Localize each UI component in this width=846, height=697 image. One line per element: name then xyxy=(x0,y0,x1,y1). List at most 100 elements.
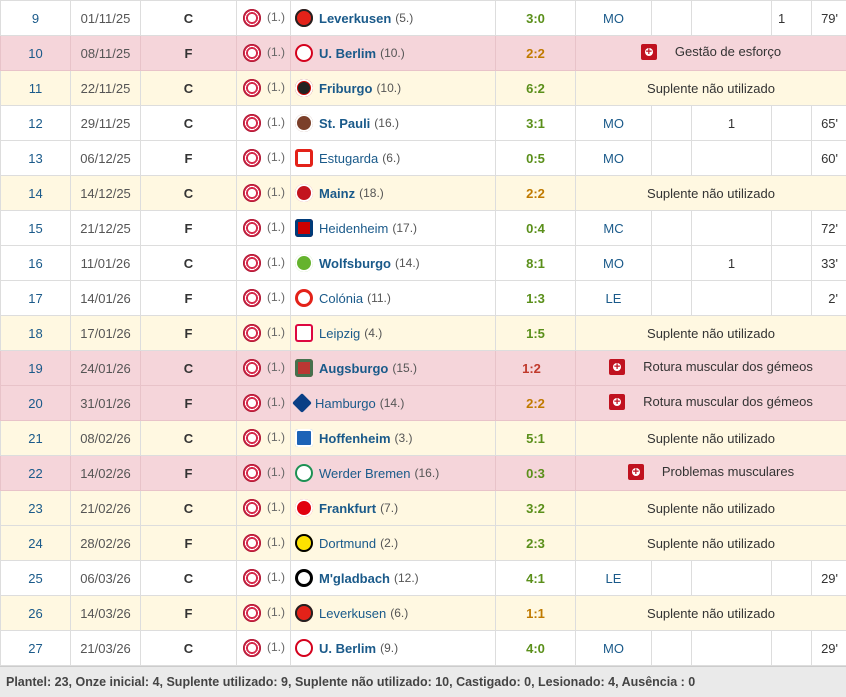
opponent-crest-icon[interactable] xyxy=(295,464,313,482)
team-rank: (1.) xyxy=(267,325,285,339)
opponent-cell: Estugarda(6.) xyxy=(291,141,496,176)
match-result[interactable]: 0:4 xyxy=(496,211,576,246)
opponent-name[interactable]: Augsburgo xyxy=(319,361,388,376)
opponent-name[interactable]: M'gladbach xyxy=(319,571,390,586)
opponent-name[interactable]: Frankfurt xyxy=(319,501,376,516)
opponent-name[interactable]: U. Berlim xyxy=(319,641,376,656)
opponent-crest-icon[interactable] xyxy=(295,9,313,27)
goals xyxy=(652,631,692,666)
opponent-name[interactable]: Colónia xyxy=(319,291,363,306)
opponent-crest-icon[interactable] xyxy=(295,149,313,167)
bench-note: Suplente não utilizado xyxy=(576,421,846,456)
matchday[interactable]: 21 xyxy=(1,421,71,456)
match-result[interactable]: 5:1 xyxy=(496,421,576,456)
team-rank: (1.) xyxy=(267,255,285,269)
opponent-name[interactable]: Wolfsburgo xyxy=(319,256,391,271)
matchday[interactable]: 22 xyxy=(1,456,71,491)
matchday[interactable]: 23 xyxy=(1,491,71,526)
opponent-crest-icon[interactable] xyxy=(295,324,313,342)
opponent-crest-icon[interactable] xyxy=(295,219,313,237)
matchday[interactable]: 17 xyxy=(1,281,71,316)
team-rank: (1.) xyxy=(267,640,285,654)
opponent-name[interactable]: Estugarda xyxy=(319,151,378,166)
team-cell: (1.) xyxy=(237,316,291,351)
opponent-name[interactable]: Friburgo xyxy=(319,81,372,96)
opponent-crest-icon[interactable] xyxy=(295,184,313,202)
match-result[interactable]: 3:0 xyxy=(496,1,576,36)
match-result[interactable]: 2:3 xyxy=(496,526,576,561)
opponent-name[interactable]: Dortmund xyxy=(319,536,376,551)
opponent-cell: Wolfsburgo(14.) xyxy=(291,246,496,281)
match-result[interactable]: 1:3 xyxy=(496,281,576,316)
matchday[interactable]: 19 xyxy=(1,351,71,386)
match-date: 14/02/26 xyxy=(71,456,141,491)
venue: C xyxy=(141,561,237,596)
matchday[interactable]: 9 xyxy=(1,1,71,36)
opponent-name[interactable]: Hoffenheim xyxy=(319,431,391,446)
opponent-crest-icon[interactable] xyxy=(295,534,313,552)
opponent-crest-icon[interactable] xyxy=(295,499,313,517)
opponent-rank: (16.) xyxy=(415,466,440,480)
matchday[interactable]: 15 xyxy=(1,211,71,246)
minutes-played: 60' xyxy=(812,141,846,176)
opponent-name[interactable]: Leverkusen xyxy=(319,11,391,26)
match-result[interactable]: 1:5 xyxy=(496,316,576,351)
opponent-name[interactable]: Leipzig xyxy=(319,326,360,341)
match-result[interactable]: 3:1 xyxy=(496,106,576,141)
opponent-name[interactable]: Heidenheim xyxy=(319,221,388,236)
opponent-crest-icon[interactable] xyxy=(295,604,313,622)
match-result[interactable]: 2:2 xyxy=(496,176,576,211)
opponent-name[interactable]: Werder Bremen xyxy=(319,466,411,481)
match-result[interactable]: 4:0 xyxy=(496,631,576,666)
bayern-crest-icon xyxy=(243,499,261,517)
opponent-crest-icon[interactable] xyxy=(295,79,313,97)
opponent-crest-icon[interactable] xyxy=(295,429,313,447)
opponent-name[interactable]: St. Pauli xyxy=(319,116,370,131)
match-result[interactable]: 8:1 xyxy=(496,246,576,281)
matchday[interactable]: 14 xyxy=(1,176,71,211)
opponent-crest-icon[interactable] xyxy=(295,114,313,132)
table-row: 2506/03/26C(1.)M'gladbach(12.)4:1LE29' xyxy=(1,561,846,596)
opponent-crest-icon[interactable] xyxy=(295,254,313,272)
match-result[interactable]: 3:2 xyxy=(496,491,576,526)
match-result[interactable]: 1:2 xyxy=(496,351,576,386)
match-result[interactable]: 6:2 xyxy=(496,71,576,106)
match-result[interactable]: 2:2 xyxy=(496,386,576,421)
matchday[interactable]: 20 xyxy=(1,386,71,421)
assists xyxy=(692,211,772,246)
matchday[interactable]: 12 xyxy=(1,106,71,141)
opponent-crest-icon[interactable] xyxy=(295,359,313,377)
opponent-crest-icon[interactable] xyxy=(295,44,313,62)
matchday[interactable]: 13 xyxy=(1,141,71,176)
table-row: 1306/12/25F(1.)Estugarda(6.)0:5MO60' xyxy=(1,141,846,176)
venue: F xyxy=(141,456,237,491)
opponent-name[interactable]: Mainz xyxy=(319,186,355,201)
opponent-cell: Dortmund(2.) xyxy=(291,526,496,561)
opponent-crest-icon[interactable] xyxy=(292,393,312,413)
opponent-name[interactable]: U. Berlim xyxy=(319,46,376,61)
opponent-name[interactable]: Leverkusen xyxy=(319,606,386,621)
opponent-name[interactable]: Hamburgo xyxy=(315,396,376,411)
matchday[interactable]: 27 xyxy=(1,631,71,666)
opponent-crest-icon[interactable] xyxy=(295,289,313,307)
match-date: 21/03/26 xyxy=(71,631,141,666)
match-result[interactable]: 0:5 xyxy=(496,141,576,176)
match-result[interactable]: 0:3 xyxy=(496,456,576,491)
matchday[interactable]: 16 xyxy=(1,246,71,281)
opponent-rank: (15.) xyxy=(392,361,417,375)
matchday[interactable]: 26 xyxy=(1,596,71,631)
opponent-crest-icon[interactable] xyxy=(295,639,313,657)
absence-reason: Rotura muscular dos gémeos xyxy=(643,394,813,409)
match-result[interactable]: 4:1 xyxy=(496,561,576,596)
matchday[interactable]: 24 xyxy=(1,526,71,561)
matchday[interactable]: 25 xyxy=(1,561,71,596)
match-result[interactable]: 2:2 xyxy=(496,36,576,71)
opponent-rank: (10.) xyxy=(380,46,405,60)
matchday[interactable]: 18 xyxy=(1,316,71,351)
matchday[interactable]: 10 xyxy=(1,36,71,71)
team-cell: (1.) xyxy=(237,106,291,141)
opponent-crest-icon[interactable] xyxy=(295,569,313,587)
goals xyxy=(652,211,692,246)
matchday[interactable]: 11 xyxy=(1,71,71,106)
match-result[interactable]: 1:1 xyxy=(496,596,576,631)
